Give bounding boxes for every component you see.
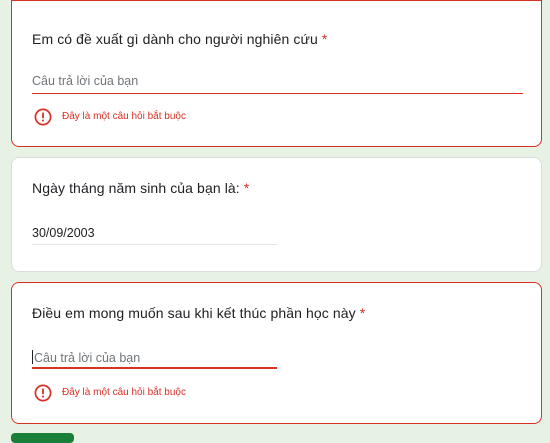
required-asterisk: * <box>359 305 366 321</box>
error-text: Đây là một câu hỏi bắt buộc <box>62 387 186 398</box>
question-card-birthdate: Ngày tháng năm sinh của bạn là: * 30/09/2… <box>11 157 542 272</box>
question-title: Ngày tháng năm sinh của bạn là: * <box>32 180 249 196</box>
error-text: Đây là một câu hỏi bắt buộc <box>62 111 186 122</box>
expectation-answer-input[interactable]: Câu trả lời của bạn <box>32 350 140 365</box>
question-card-suggestion: Em có đề xuất gì dành cho người nghiên c… <box>11 0 542 147</box>
error-icon <box>34 108 52 126</box>
question-title: Điều em mong muốn sau khi kết thúc phần … <box>32 305 365 321</box>
required-asterisk: * <box>243 180 250 196</box>
birthdate-input[interactable]: 30/09/2003 <box>32 226 95 240</box>
text-cursor <box>32 350 33 364</box>
next-button[interactable] <box>11 433 74 443</box>
placeholder-text: Câu trả lời của bạn <box>34 351 141 365</box>
question-title: Em có đề xuất gì dành cho người nghiên c… <box>32 31 327 47</box>
question-card-expectation: Điều em mong muốn sau khi kết thúc phần … <box>11 282 542 424</box>
suggestion-answer-input[interactable]: Câu trả lời của bạn <box>32 74 138 88</box>
question-title-text: Điều em mong muốn sau khi kết thúc phần … <box>32 305 356 321</box>
error-icon <box>34 384 52 402</box>
input-underline <box>32 244 277 245</box>
input-underline <box>32 367 277 369</box>
question-title-text: Ngày tháng năm sinh của bạn là: <box>32 180 240 196</box>
input-underline <box>32 93 523 94</box>
question-title-text: Em có đề xuất gì dành cho người nghiên c… <box>32 31 318 47</box>
required-asterisk: * <box>321 31 328 47</box>
